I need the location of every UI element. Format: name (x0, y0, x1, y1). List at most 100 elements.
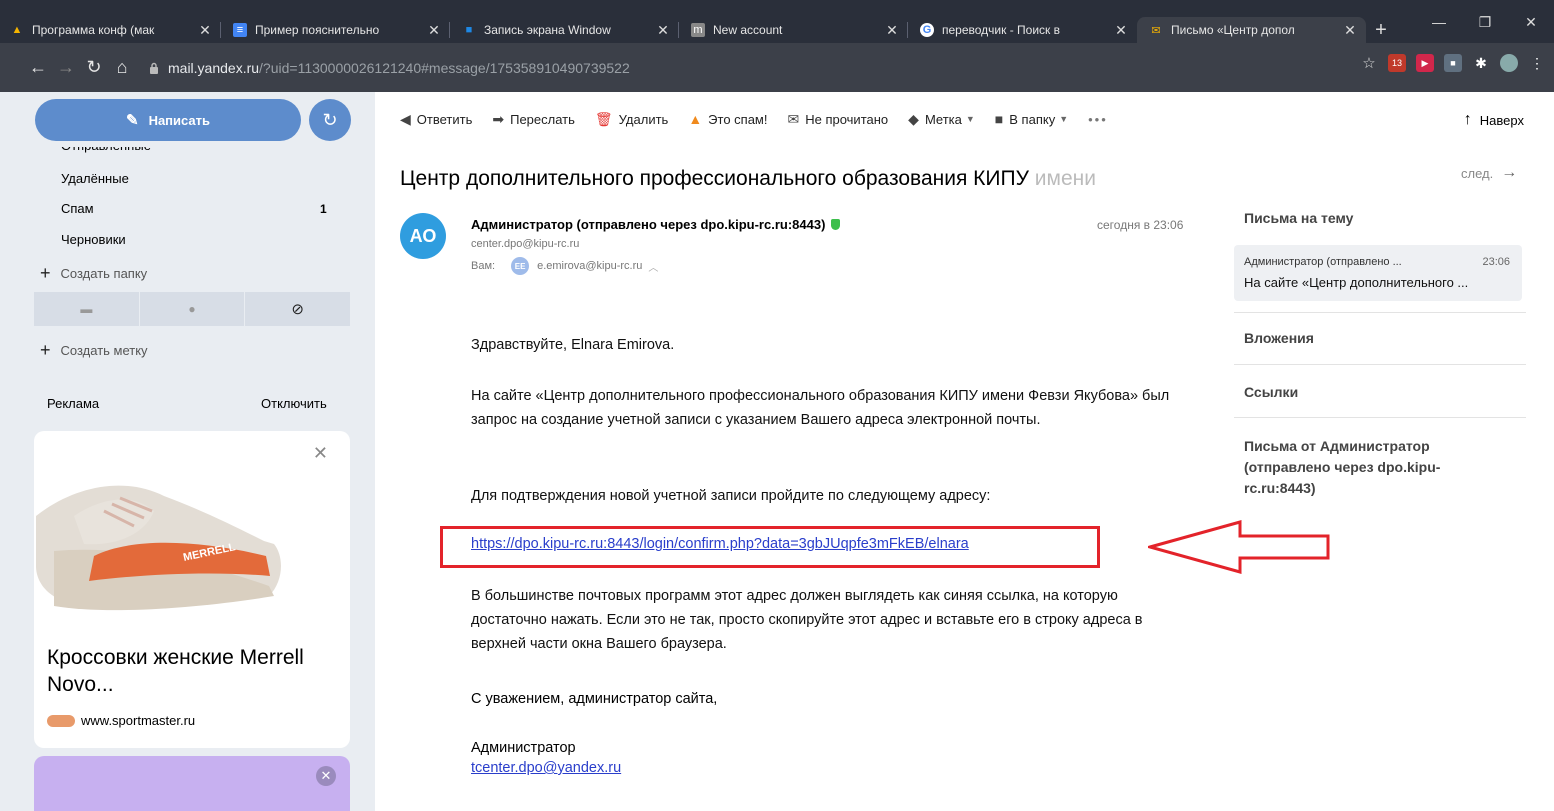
create-folder-label: Создать папку (60, 266, 148, 281)
message-subject: Центр дополнительного профессионального … (400, 167, 1170, 191)
folder-drafts[interactable]: Черновики (61, 232, 126, 247)
reload-icon[interactable]: ↻ (80, 57, 108, 78)
paperclip-icon: ⊘ (291, 301, 304, 318)
close-icon[interactable]: ✕ (655, 22, 671, 39)
ad-card[interactable]: ✕ MERRELL Кроссовки женские Merrell Novo… (34, 431, 350, 748)
url-field[interactable]: mail.yandex.ru /?uid=1130000026121240#me… (148, 60, 630, 76)
close-icon[interactable]: ✕ (197, 22, 213, 39)
ad-card-2[interactable]: ✕ (34, 756, 350, 811)
subject-fade: имени (1028, 167, 1096, 190)
attachments-heading[interactable]: Вложения (1244, 330, 1314, 346)
thread-item[interactable]: Администратор (отправлено ... 23:06 На с… (1234, 245, 1522, 301)
label-label: Метка (924, 111, 962, 127)
ad-title: Кроссовки женские Merrell Novo... (47, 646, 304, 696)
recipients: Вам: EE e.emirova@kipu-rc.ru ︿ (471, 257, 658, 275)
extension-icon[interactable]: 13 (1388, 54, 1406, 72)
links-heading[interactable]: Ссылки (1244, 384, 1298, 400)
dot-icon: ● (188, 302, 196, 316)
close-icon[interactable]: ✕ (1342, 22, 1358, 39)
forward-button[interactable]: ➡ Переслать (492, 111, 575, 128)
tab-title: Пример пояснительно (255, 23, 380, 37)
sender-avatar[interactable]: АО (400, 213, 446, 259)
forward-label: Переслать (510, 111, 575, 127)
delete-label: Удалить (618, 111, 669, 127)
from-sender-heading[interactable]: Письма от Администратор (отправлено чере… (1244, 436, 1484, 499)
highlight-box (440, 526, 1100, 568)
chevron-down-icon: ▼ (965, 114, 975, 124)
label-button[interactable]: ◆ Метка ▼ (908, 111, 975, 128)
home-icon[interactable]: ⌂ (108, 57, 136, 78)
restore-icon[interactable]: ❐ (1462, 14, 1508, 31)
spam-label: Это спам! (708, 111, 768, 127)
flag-filter[interactable]: ▬ (34, 292, 139, 326)
tab-title: Программа конф (мак (32, 23, 155, 37)
browser-tab-active[interactable]: ✉ Письмо «Центр допол ✕ (1137, 17, 1366, 43)
compose-button[interactable]: ✎ Написать (35, 99, 301, 141)
browser-tab[interactable]: ▲ Программа конф (мак ✕ (0, 17, 221, 43)
browser-tab[interactable]: m New account ✕ (679, 17, 908, 43)
tab-strip: ▲ Программа конф (мак ✕ ≡ Пример пояснит… (0, 17, 1396, 43)
extension-icon[interactable]: ▶ (1416, 54, 1434, 72)
window-controls: — ❐ ✕ (1416, 14, 1554, 31)
unread-label: Не прочитано (805, 111, 889, 127)
sender-name[interactable]: Администратор (отправлено через dpo.kipu… (471, 217, 841, 232)
create-folder-link[interactable]: + Создать папку (40, 263, 147, 284)
scroll-top-button[interactable]: ↑ Наверх (1464, 111, 1524, 129)
more-button[interactable]: ••• (1088, 112, 1108, 127)
thread-time: 23:06 (1482, 256, 1510, 268)
menu-icon[interactable]: ⋮ (1528, 54, 1546, 72)
close-icon[interactable]: ✕ (1113, 22, 1129, 39)
close-icon[interactable]: ✕ (884, 22, 900, 39)
docs-icon: ≡ (233, 23, 247, 37)
signature-name: Администратор (471, 740, 576, 756)
paragraph-2: Для подтверждения новой учетной записи п… (471, 488, 991, 504)
browser-tab[interactable]: ≡ Пример пояснительно ✕ (221, 17, 450, 43)
recipient-email[interactable]: e.emirova@kipu-rc.ru (537, 260, 642, 272)
ad-site: www.sportmaster.ru (47, 713, 195, 728)
folder-label: В папку (1009, 111, 1056, 127)
refresh-button[interactable]: ↻ (309, 99, 351, 141)
spam-button[interactable]: ▲ Это спам! (688, 111, 767, 127)
star-icon[interactable]: ☆ (1360, 54, 1378, 72)
attachment-filter[interactable]: ⊘ (245, 292, 351, 326)
next-message-link[interactable]: след. → (1461, 164, 1517, 182)
fire-icon: ▲ (688, 111, 703, 127)
unread-button[interactable]: ✉ Не прочитано (787, 111, 888, 128)
close-icon[interactable]: ✕ (316, 766, 336, 786)
arrow-left-annotation (1148, 520, 1330, 574)
address-bar: ← → ↻ ⌂ mail.yandex.ru /?uid=11300000261… (0, 43, 1554, 92)
url-path: /?uid=1130000026121240#message/175358910… (259, 59, 630, 76)
signature-email[interactable]: tcenter.dpo@yandex.ru (471, 760, 621, 776)
create-label-link[interactable]: + Создать метку (40, 340, 148, 361)
close-window-icon[interactable]: ✕ (1508, 14, 1554, 31)
unread-filter[interactable]: ● (139, 292, 245, 326)
chevron-up-icon[interactable]: ︿ (648, 259, 658, 274)
folder-spam[interactable]: Спам (61, 201, 94, 216)
profile-avatar[interactable] (1500, 54, 1518, 72)
minimize-icon[interactable]: — (1416, 14, 1462, 31)
moodle-icon: m (691, 23, 705, 37)
move-to-folder-button[interactable]: ■ В папку ▼ (995, 111, 1068, 127)
close-icon[interactable]: ✕ (426, 22, 442, 39)
tab-title: переводчик - Поиск в (942, 23, 1061, 37)
shoe-image: MERRELL (36, 485, 281, 611)
url-host: mail.yandex.ru (168, 59, 260, 76)
new-tab-button[interactable]: + (1366, 17, 1396, 43)
extension-icon[interactable]: ■ (1444, 54, 1462, 72)
folder-deleted[interactable]: Удалённые (61, 171, 129, 186)
message-toolbar: ◀ Ответить ➡ Переслать 🗑 Удалить ▲ Это спам!… (375, 92, 1554, 146)
back-icon[interactable]: ← (24, 57, 52, 78)
delete-button[interactable]: 🗑 Удалить (595, 111, 668, 128)
forward-icon[interactable]: → (52, 57, 80, 78)
browser-tab[interactable]: ■ Запись экрана Window ✕ (450, 17, 679, 43)
reply-button[interactable]: ◀ Ответить (400, 111, 472, 128)
envelope-icon: ✉ (787, 110, 800, 127)
browser-tab[interactable]: G переводчик - Поиск в ✕ (908, 17, 1137, 43)
ad-disable-link[interactable]: Отключить (261, 396, 327, 411)
google-icon: G (920, 23, 934, 37)
tag-icon: ◆ (908, 110, 919, 127)
subject-text: Центр дополнительного профессионального … (400, 167, 1029, 190)
sender-email[interactable]: center.dpo@kipu-rc.ru (471, 238, 579, 250)
recipient-avatar: EE (511, 257, 530, 275)
puzzle-icon[interactable]: ✱ (1472, 54, 1490, 72)
